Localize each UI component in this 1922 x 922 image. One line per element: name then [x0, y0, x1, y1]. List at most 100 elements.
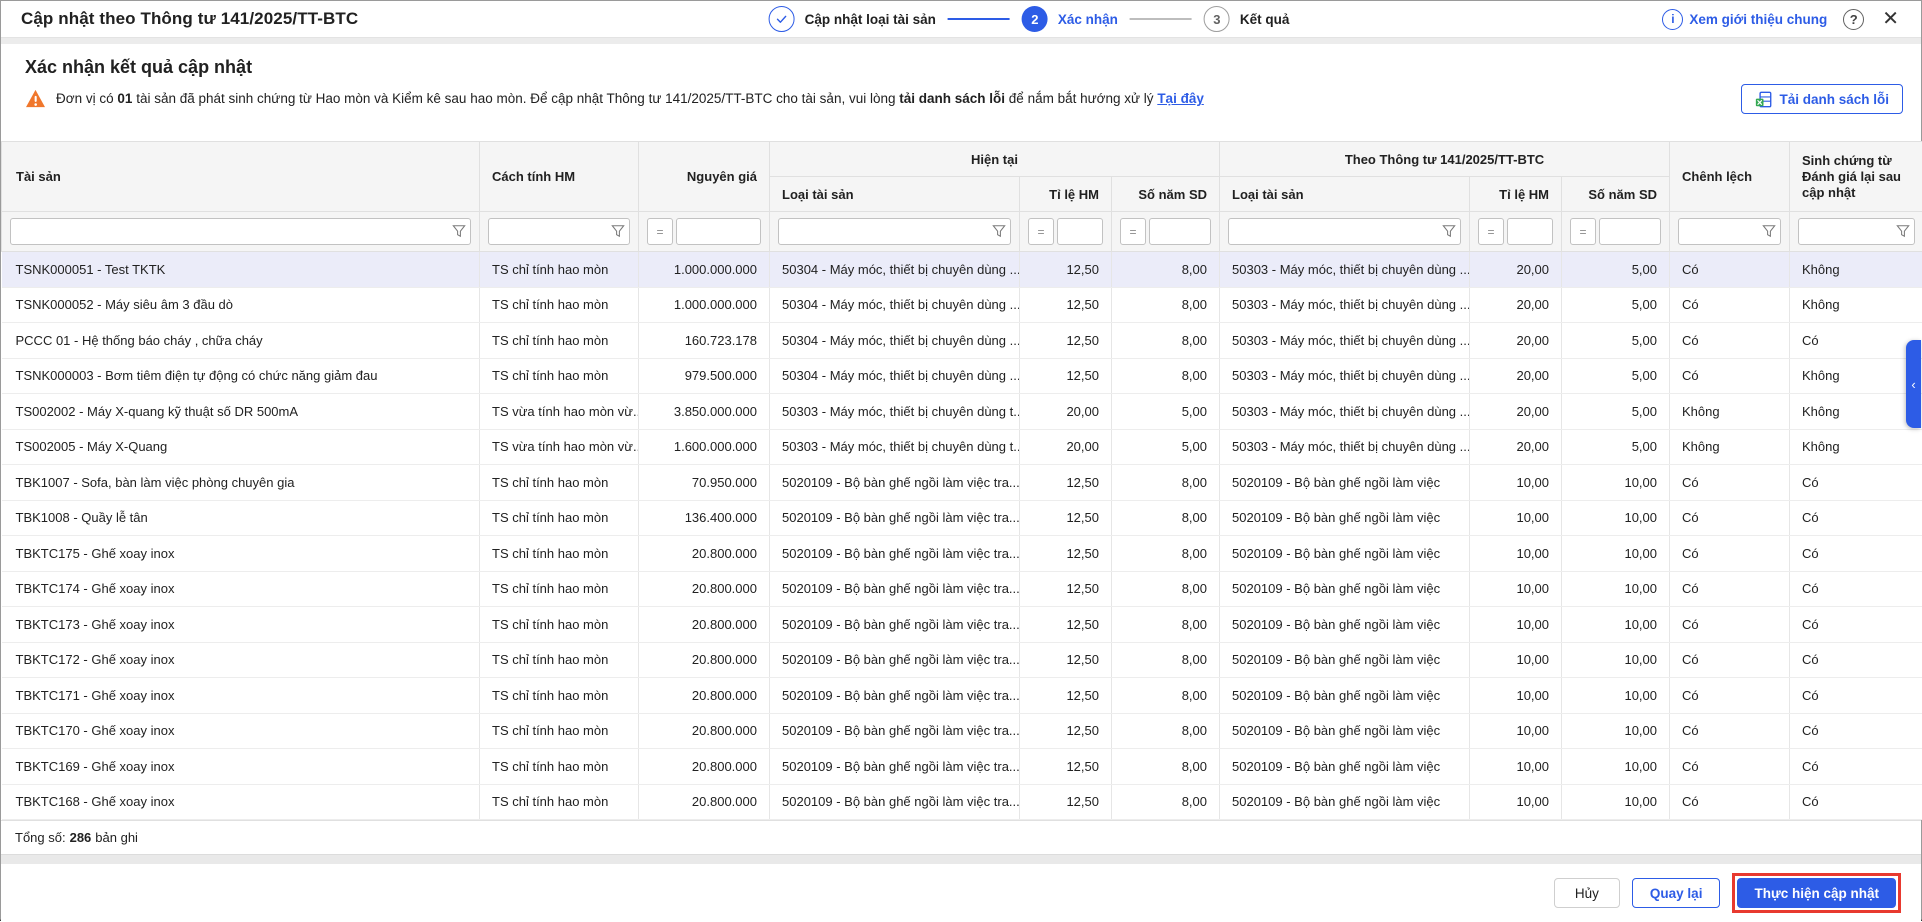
cell-new-type: 5020109 - Bộ bàn ghế ngồi làm việc: [1220, 607, 1470, 643]
cell-method: TS chỉ tính hao mòn: [480, 571, 639, 607]
table-row[interactable]: TBKTC174 - Ghế xoay inox TS chỉ tính hao…: [2, 571, 1922, 607]
filter-input-asset[interactable]: [10, 218, 471, 245]
cell-method: TS chỉ tính hao mòn: [480, 465, 639, 501]
cell-new-years: 10,00: [1562, 678, 1670, 714]
cell-cost: 979.500.000: [639, 358, 770, 394]
filter-funnel-icon[interactable]: [1762, 224, 1776, 238]
cell-cost: 1.000.000.000: [639, 287, 770, 323]
filter-funnel-icon[interactable]: [992, 224, 1006, 238]
cell-new-years: 10,00: [1562, 713, 1670, 749]
cell-difference: Có: [1670, 536, 1790, 572]
cell-new-type: 5020109 - Bộ bàn ghế ngồi làm việc: [1220, 678, 1470, 714]
filter-input-current-years[interactable]: [1149, 218, 1211, 245]
execute-update-button[interactable]: Thực hiện cập nhật: [1737, 878, 1896, 908]
table-row[interactable]: TBKTC175 - Ghế xoay inox TS chỉ tính hao…: [2, 536, 1922, 572]
cell-asset-name: TS002005 - Máy X-Quang: [2, 429, 480, 465]
cell-cost: 20.800.000: [639, 536, 770, 572]
step-number: 3: [1204, 6, 1230, 32]
cell-current-years: 5,00: [1112, 394, 1220, 430]
cell-new-years: 5,00: [1562, 394, 1670, 430]
filter-input-method[interactable]: [488, 218, 630, 245]
filter-input-new-rate[interactable]: [1507, 218, 1553, 245]
cell-current-years: 8,00: [1112, 607, 1220, 643]
cell-new-years: 5,00: [1562, 323, 1670, 359]
total-count: 286: [70, 830, 92, 845]
cell-asset-name: TBK1008 - Quầy lễ tân: [2, 500, 480, 536]
cell-generate-doc: Có: [1790, 749, 1922, 785]
cell-current-type: 5020109 - Bộ bàn ghế ngồi làm việc tra..…: [770, 607, 1020, 643]
cell-new-years: 10,00: [1562, 465, 1670, 501]
cell-new-years: 5,00: [1562, 358, 1670, 394]
col-header-new-type: Loại tài sản: [1220, 177, 1470, 212]
table-row[interactable]: TSNK000052 - Máy siêu âm 3 đầu dò TS chỉ…: [2, 287, 1922, 323]
table-row[interactable]: TS002002 - Máy X-quang kỹ thuật số DR 50…: [2, 394, 1922, 430]
cancel-button[interactable]: Hủy: [1554, 878, 1620, 908]
cell-current-rate: 20,00: [1020, 429, 1112, 465]
warning-message: Đơn vị có 01 tài sản đã phát sinh chứng …: [25, 89, 1897, 108]
cell-method: TS chỉ tính hao mòn: [480, 607, 639, 643]
cell-cost: 20.800.000: [639, 784, 770, 820]
table-row[interactable]: TBK1007 - Sofa, bàn làm việc phòng chuyê…: [2, 465, 1922, 501]
help-icon[interactable]: ?: [1843, 9, 1864, 30]
cell-cost: 1.000.000.000: [639, 252, 770, 288]
table-row[interactable]: TBKTC171 - Ghế xoay inox TS chỉ tính hao…: [2, 678, 1922, 714]
filter-funnel-icon[interactable]: [611, 224, 625, 238]
filter-input-current-type[interactable]: [778, 218, 1011, 245]
cell-method: TS chỉ tính hao mòn: [480, 642, 639, 678]
filter-funnel-icon[interactable]: [1896, 224, 1910, 238]
table-row[interactable]: TSNK000051 - Test TKTK TS chỉ tính hao m…: [2, 252, 1922, 288]
cell-method: TS chỉ tính hao mòn: [480, 252, 639, 288]
download-error-list-button[interactable]: Tải danh sách lỗi: [1741, 84, 1903, 114]
cell-current-years: 8,00: [1112, 784, 1220, 820]
col-header-cost: Nguyên giá: [639, 142, 770, 212]
table-row[interactable]: TSNK000003 - Bơm tiêm điện tự động có ch…: [2, 358, 1922, 394]
step-label: Kết quả: [1240, 12, 1290, 27]
filter-input-cost[interactable]: [676, 218, 761, 245]
step-done-check-icon: [769, 6, 795, 32]
cell-asset-name: TBK1007 - Sofa, bàn làm việc phòng chuyê…: [2, 465, 480, 501]
cell-generate-doc: Không: [1790, 429, 1922, 465]
cell-current-years: 8,00: [1112, 642, 1220, 678]
table-row[interactable]: PCCC 01 - Hệ thống báo cháy , chữa cháy …: [2, 323, 1922, 359]
table-row[interactable]: TBKTC168 - Ghế xoay inox TS chỉ tính hao…: [2, 784, 1922, 820]
table-row[interactable]: TBKTC170 - Ghế xoay inox TS chỉ tính hao…: [2, 713, 1922, 749]
cell-asset-name: TBKTC168 - Ghế xoay inox: [2, 784, 480, 820]
filter-funnel-icon[interactable]: [1442, 224, 1456, 238]
cell-new-rate: 10,00: [1470, 536, 1562, 572]
cell-new-rate: 20,00: [1470, 394, 1562, 430]
cell-new-type: 5020109 - Bộ bàn ghế ngồi làm việc: [1220, 571, 1470, 607]
cell-asset-name: TS002002 - Máy X-quang kỹ thuật số DR 50…: [2, 394, 480, 430]
cell-current-rate: 12,50: [1020, 571, 1112, 607]
tai-day-link[interactable]: Tại đây: [1157, 91, 1204, 106]
view-intro-link[interactable]: i Xem giới thiệu chung: [1662, 9, 1827, 30]
cell-cost: 1.600.000.000: [639, 429, 770, 465]
total-records-bar: Tổng số: 286 bản ghi: [1, 820, 1921, 854]
cell-current-type: 50304 - Máy móc, thiết bị chuyên dùng ..…: [770, 323, 1020, 359]
col-header-generate-doc: Sinh chứng từ Đánh giá lại sau cập nhật: [1790, 142, 1922, 212]
collapse-panel-toggle[interactable]: ‹: [1906, 340, 1921, 428]
highlight-annotation-box: Thực hiện cập nhật: [1732, 873, 1901, 913]
table-row[interactable]: TBKTC172 - Ghế xoay inox TS chỉ tính hao…: [2, 642, 1922, 678]
cell-difference: Có: [1670, 465, 1790, 501]
table-row[interactable]: TBK1008 - Quầy lễ tân TS chỉ tính hao mò…: [2, 500, 1922, 536]
filter-input-new-years[interactable]: [1599, 218, 1661, 245]
table-row[interactable]: TS002005 - Máy X-Quang TS vừa tính hao m…: [2, 429, 1922, 465]
stepper-connector: [1130, 18, 1192, 20]
filter-input-new-type[interactable]: [1228, 218, 1461, 245]
table-row[interactable]: TBKTC169 - Ghế xoay inox TS chỉ tính hao…: [2, 749, 1922, 785]
warning-text: Đơn vị có 01 tài sản đã phát sinh chứng …: [56, 91, 1204, 106]
cell-current-type: 50303 - Máy móc, thiết bị chuyên dùng t.…: [770, 429, 1020, 465]
cell-method: TS chỉ tính hao mòn: [480, 678, 639, 714]
cell-current-type: 5020109 - Bộ bàn ghế ngồi làm việc tra..…: [770, 465, 1020, 501]
filter-funnel-icon[interactable]: [452, 224, 466, 238]
cell-cost: 20.800.000: [639, 607, 770, 643]
close-icon[interactable]: ✕: [1880, 9, 1901, 29]
table-row[interactable]: TBKTC173 - Ghế xoay inox TS chỉ tính hao…: [2, 607, 1922, 643]
filter-input-current-rate[interactable]: [1057, 218, 1103, 245]
back-button[interactable]: Quay lại: [1632, 878, 1721, 908]
cell-new-type: 50303 - Máy móc, thiết bị chuyên dùng ..…: [1220, 287, 1470, 323]
cell-current-type: 50304 - Máy móc, thiết bị chuyên dùng ..…: [770, 358, 1020, 394]
cell-difference: Có: [1670, 252, 1790, 288]
cell-difference: Có: [1670, 678, 1790, 714]
cell-new-years: 5,00: [1562, 429, 1670, 465]
